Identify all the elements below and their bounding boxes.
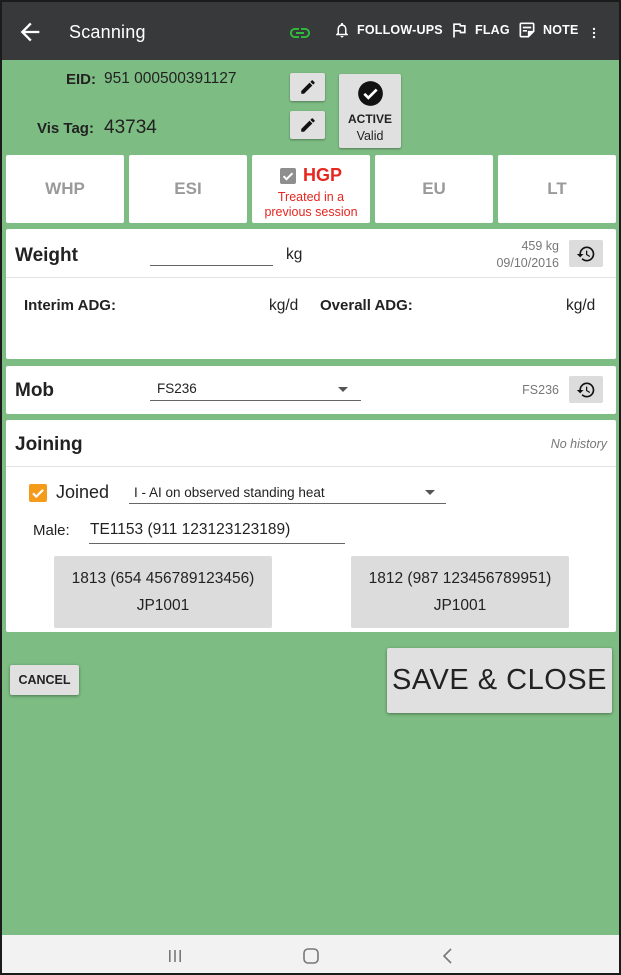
edit-vistag-button[interactable] [290, 111, 325, 139]
history-icon [576, 382, 595, 397]
male-label: Male: [33, 522, 70, 539]
interim-adg-label: Interim ADG: [24, 297, 116, 314]
edit-eid-button[interactable] [290, 73, 325, 101]
mob-card: Mob FS236 FS236 [6, 366, 616, 414]
app-bar: Scanning FOLLOW-UPS FLAG NOTE [2, 2, 619, 60]
note-label: NOTE [543, 23, 579, 37]
vistag-label: Vis Tag: [37, 120, 94, 137]
follow-ups-label: FOLLOW-UPS [357, 23, 443, 37]
hgp-header: HGP [252, 165, 370, 186]
tile-eu-label: EU [422, 179, 446, 198]
flag-button[interactable]: FLAG [449, 20, 510, 40]
overall-adg-unit: kg/d [566, 297, 596, 314]
last-weight-date: 09/10/2016 [496, 256, 559, 270]
back-nav-icon[interactable] [440, 947, 456, 965]
mob-select[interactable]: FS236 [150, 377, 361, 401]
weight-card: Weight kg 459 kg 09/10/2016 Interim ADG:… [6, 229, 616, 359]
suggestion-line2: JP1001 [433, 597, 487, 614]
suggestion-line2: JP1001 [136, 597, 190, 614]
cancel-button[interactable]: CANCEL [10, 665, 79, 695]
tile-lt[interactable]: LT [498, 155, 616, 223]
joined-checkbox-icon[interactable] [29, 484, 47, 502]
mob-previous: FS236 [522, 383, 559, 397]
page-title: Scanning [69, 22, 146, 42]
pencil-icon [300, 118, 315, 132]
tile-eu[interactable]: EU [375, 155, 493, 223]
eid-value: 951 000500391127 [104, 70, 237, 87]
eid-label: EID: [66, 71, 96, 88]
check-circle-icon [358, 81, 383, 106]
mob-history-button[interactable] [569, 376, 603, 403]
joining-card: Joining No history Joined I - AI on obse… [6, 420, 616, 632]
more-vert-icon[interactable] [587, 21, 601, 45]
status-title: ACTIVE [347, 112, 392, 126]
pencil-icon [300, 80, 315, 94]
vistag-value: 43734 [104, 117, 157, 138]
suggestion-line1: 1813 (654 456789123456) [71, 570, 255, 587]
history-icon [576, 246, 595, 261]
status-button[interactable]: ACTIVE Valid [339, 74, 401, 148]
weight-input[interactable] [150, 247, 273, 266]
tile-esi[interactable]: ESI [129, 155, 247, 223]
bell-icon [336, 22, 348, 38]
male-suggestion-button[interactable]: 1812 (987 123456789951) JP1001 [351, 556, 569, 628]
tile-whp-label: WHP [45, 179, 85, 198]
flag-label: FLAG [475, 23, 510, 37]
screen: Scanning FOLLOW-UPS FLAG NOTE EID: 951 0… [0, 0, 621, 975]
system-nav-bar [2, 935, 619, 973]
interim-adg-unit: kg/d [269, 297, 299, 314]
mob-title: Mob [15, 380, 55, 401]
recent-apps-icon[interactable] [167, 948, 183, 964]
dropdown-arrow-icon [338, 387, 348, 392]
mob-selected: FS236 [157, 381, 197, 396]
home-icon[interactable] [302, 947, 320, 965]
male-value: TE1153 (911 123123123189) [90, 521, 291, 538]
tile-esi-label: ESI [174, 179, 202, 198]
dropdown-arrow-icon [425, 490, 435, 495]
link-icon[interactable] [288, 21, 312, 45]
tile-hgp[interactable]: HGP Treated in a previous session [252, 155, 370, 223]
suggestion-line1: 1812 (987 123456789951) [368, 570, 552, 587]
back-arrow-icon[interactable] [16, 18, 44, 46]
weight-title: Weight [15, 245, 78, 266]
tile-hgp-label: HGP [302, 165, 342, 185]
follow-ups-button[interactable]: FOLLOW-UPS [333, 20, 443, 40]
hgp-note-line2: previous session [264, 205, 358, 219]
weight-history-button[interactable] [569, 240, 603, 267]
weight-unit: kg [286, 246, 303, 263]
last-weight-value: 459 kg [521, 239, 559, 253]
joining-method-select[interactable]: I - AI on observed standing heat [129, 480, 446, 504]
hgp-note-line1: Treated in a [277, 190, 345, 204]
checkbox-checked-icon [279, 167, 296, 184]
weight-divider [6, 277, 616, 278]
tile-lt-label: LT [547, 179, 567, 198]
tile-whp[interactable]: WHP [6, 155, 124, 223]
status-sub: Valid [356, 129, 384, 143]
overall-adg-label: Overall ADG: [320, 297, 413, 314]
male-suggestion-button[interactable]: 1813 (654 456789123456) JP1001 [54, 556, 272, 628]
joining-divider [6, 466, 616, 467]
joined-label: Joined [56, 482, 110, 502]
save-close-button[interactable]: SAVE & CLOSE [387, 648, 612, 713]
male-input[interactable]: TE1153 (911 123123123189) [89, 518, 345, 544]
joining-title: Joining [15, 434, 83, 455]
joining-history: No history [550, 437, 607, 451]
note-icon [519, 22, 535, 38]
note-button[interactable]: NOTE [517, 20, 579, 40]
flag-icon [453, 23, 466, 38]
joining-method-value: I - AI on observed standing heat [134, 485, 325, 500]
hgp-note: Treated in a previous session [252, 190, 370, 220]
